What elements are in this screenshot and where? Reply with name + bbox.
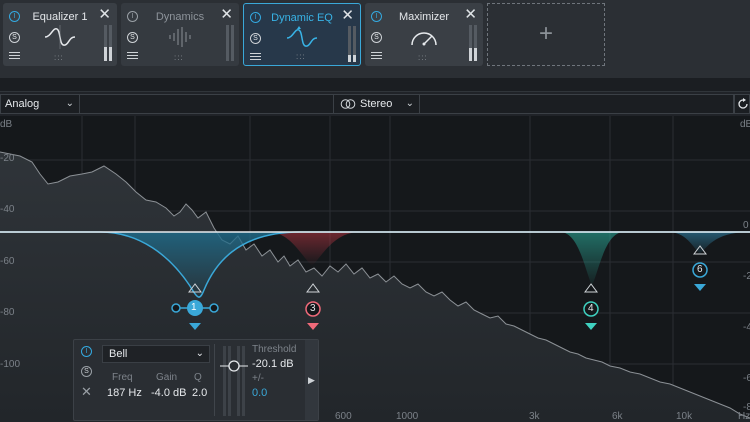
module-equalizer[interactable]: Equalizer 1 ✕ I S ::: <box>3 3 117 66</box>
freq-label: 10k <box>676 411 693 422</box>
module-maximizer[interactable]: Maximizer ✕ I S ::: <box>365 3 483 66</box>
eq-toolbar: Analog ⌄ Stereo ⌄ <box>0 91 750 116</box>
gain-header: Gain <box>156 372 178 383</box>
level-meter <box>474 25 477 61</box>
mode-select[interactable]: Analog ⌄ <box>0 94 80 114</box>
db-label: -100 <box>0 359 21 370</box>
module-title: Equalizer 1 <box>32 11 88 23</box>
power-icon[interactable]: I <box>9 11 20 22</box>
module-title: Dynamic EQ <box>271 12 333 24</box>
drag-handle-icon[interactable]: ::: <box>296 52 306 61</box>
channel-select[interactable]: Stereo ⌄ <box>333 94 420 114</box>
add-module-slot[interactable]: + <box>487 3 605 66</box>
freq-label: 3k <box>529 411 540 422</box>
dynamic-eq-curve-icon <box>286 26 318 47</box>
band-4-area <box>560 232 624 286</box>
node-label: 1 <box>191 302 197 313</box>
freq-label: 1000 <box>396 411 419 422</box>
module-title: Maximizer <box>398 11 450 23</box>
level-meter <box>226 25 229 61</box>
expand-arrow-icon[interactable]: ▶ <box>305 340 318 420</box>
toolbar-spacer <box>80 94 334 114</box>
db-label: -60 <box>0 256 15 267</box>
range-value[interactable]: 0.0 <box>252 387 267 399</box>
freq-header: Freq <box>112 372 133 383</box>
channel-value: Stereo <box>360 98 393 110</box>
refresh-icon <box>738 98 748 109</box>
drag-handle-icon[interactable]: ::: <box>418 53 428 62</box>
solo-icon[interactable]: S <box>371 32 382 43</box>
freq-label: Hz <box>738 411 750 422</box>
range-label: +/- <box>252 373 264 384</box>
mode-value: Analog <box>5 98 40 110</box>
module-title: Dynamics <box>155 11 205 23</box>
dynamics-bars-icon <box>169 27 191 47</box>
power-icon[interactable]: I <box>250 12 261 23</box>
chevron-down-icon: ⌄ <box>195 348 204 359</box>
close-icon[interactable]: ✕ <box>341 8 354 23</box>
db-label: -6 <box>743 373 750 384</box>
close-icon[interactable]: ✕ <box>220 7 233 22</box>
power-icon[interactable]: I <box>127 11 138 22</box>
db-label: -40 <box>0 204 15 215</box>
toolbar-spacer <box>420 94 734 114</box>
db-label: -4 <box>743 322 750 333</box>
close-icon[interactable]: ✕ <box>98 7 111 22</box>
freq-label: 6k <box>612 411 623 422</box>
level-meter <box>104 25 107 61</box>
list-icon[interactable] <box>371 52 382 60</box>
close-icon[interactable]: ✕ <box>464 7 477 22</box>
drag-handle-icon[interactable]: ::: <box>174 53 184 62</box>
level-meter <box>231 25 234 61</box>
divider <box>214 344 215 416</box>
freq-label: 600 <box>335 411 352 422</box>
module-dynamics[interactable]: Dynamics ✕ I S ::: <box>121 3 239 66</box>
chevron-down-icon: ⌄ <box>65 98 74 109</box>
threshold-label: Threshold <box>252 344 297 355</box>
list-icon[interactable] <box>250 53 261 61</box>
filter-shape-value: Bell <box>109 348 128 360</box>
reset-zoom-button[interactable] <box>734 94 750 114</box>
power-icon[interactable]: I <box>371 11 382 22</box>
db-label: -20 <box>0 153 15 164</box>
filter-shape-select[interactable]: Bell ⌄ <box>102 345 210 363</box>
db-label: dB <box>0 119 13 130</box>
level-meter <box>469 25 472 61</box>
plus-icon: + <box>538 20 553 47</box>
level-meter <box>109 25 112 61</box>
freq-value[interactable]: 187 Hz <box>107 387 142 399</box>
drag-handle-icon[interactable]: ::: <box>54 53 64 62</box>
stereo-icon <box>340 99 356 109</box>
q-value[interactable]: 2.0 <box>192 387 207 399</box>
threshold-value[interactable]: -20.1 dB <box>252 358 294 370</box>
solo-icon[interactable]: S <box>250 33 261 44</box>
gauge-icon <box>411 32 437 46</box>
db-label: -80 <box>0 307 15 318</box>
level-meter <box>348 26 351 62</box>
q-header: Q <box>194 372 202 383</box>
power-icon[interactable]: I <box>81 346 92 357</box>
module-rack: Equalizer 1 ✕ I S ::: Dynamics ✕ I S:::… <box>0 0 750 78</box>
node-label: 4 <box>588 303 594 314</box>
node-label: 6 <box>697 264 703 275</box>
ozone-app: Equalizer 1 ✕ I S ::: Dynamics ✕ I S:::… <box>0 0 750 422</box>
node-label: 3 <box>310 303 316 314</box>
band-6-area <box>668 232 750 254</box>
eq-curve-icon <box>44 25 76 49</box>
solo-icon[interactable]: S <box>81 366 92 377</box>
gain-value[interactable]: -4.0 dB <box>151 387 186 399</box>
solo-icon[interactable]: S <box>9 32 20 43</box>
band-settings-panel: I S ✕ Bell ⌄ Freq Gain Q 187 Hz -4.0 dB … <box>73 339 319 421</box>
chevron-down-icon: ⌄ <box>405 98 414 109</box>
db-label: 0 <box>743 220 749 231</box>
db-label: dB <box>740 119 750 130</box>
threshold-slider[interactable] <box>220 344 248 418</box>
db-label: -2 <box>743 271 750 282</box>
level-meter <box>353 26 356 62</box>
module-dynamic-eq[interactable]: Dynamic EQ ✕ I S ::: <box>243 3 361 66</box>
list-icon[interactable] <box>127 52 138 60</box>
list-icon[interactable] <box>9 52 20 60</box>
solo-icon[interactable]: S <box>127 32 138 43</box>
delete-icon[interactable]: ✕ <box>81 384 92 400</box>
